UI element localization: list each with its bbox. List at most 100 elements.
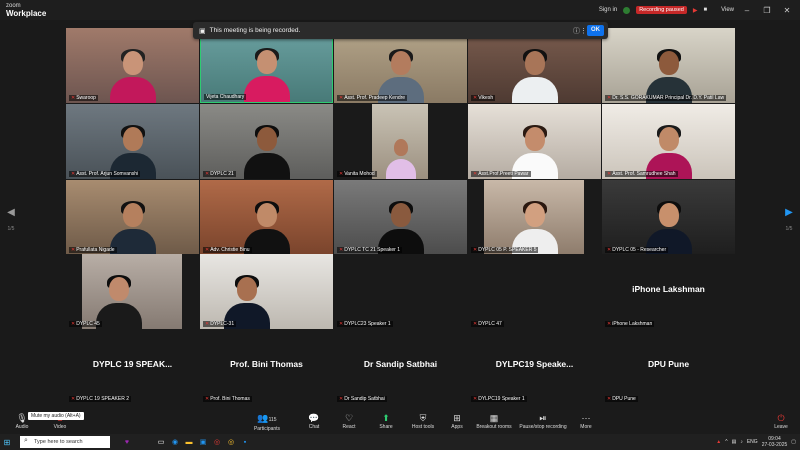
notification-chart-icon[interactable]: ▲ bbox=[716, 439, 721, 445]
stop-recording-icon[interactable]: ■ bbox=[703, 7, 707, 13]
participants-icon: 👥 bbox=[257, 413, 269, 423]
video-tile[interactable]: ✕ DYPLC TC 21 Speaker 1 bbox=[334, 180, 467, 255]
pause-stop-record-icon: ⏯ bbox=[539, 413, 547, 423]
participant-name: DYPLC 05 - Researcher bbox=[612, 247, 667, 253]
video-tile[interactable]: ✕ DYPLC 47 bbox=[468, 254, 601, 329]
brand-big: Workplace bbox=[6, 9, 47, 18]
host-tools-button[interactable]: ⛨ Host tools bbox=[408, 412, 438, 430]
network-icon[interactable]: ▤ bbox=[732, 439, 737, 445]
chat-button[interactable]: 💬 Chat bbox=[303, 412, 325, 430]
video-tile[interactable]: ✕ Asst. Prof. Pradeep Kendre bbox=[334, 28, 467, 103]
search-icon: ⌕ bbox=[24, 437, 28, 444]
participant-name: Dr Sandip Satbhai bbox=[344, 396, 385, 402]
windows-taskbar: ⊞ ⌕ Type here to search ♥ ▭ ◉ ▬ ▣ ◎ ◎ ▪ bbox=[0, 434, 800, 450]
leave-button[interactable]: ⏻ Leave bbox=[770, 412, 792, 430]
video-tile[interactable]: ✕ DYPLC 21 bbox=[200, 104, 333, 179]
apps-button[interactable]: ⊞ Apps bbox=[446, 412, 468, 430]
participant-name: Asst.Prof.Preeti Pawar bbox=[478, 171, 529, 177]
apps-icon: ⊞ bbox=[453, 413, 461, 423]
video-tile[interactable]: ✕ Swaroop bbox=[66, 28, 199, 103]
video-tile-active-speaker[interactable]: Vijeta Chaudhary bbox=[200, 28, 333, 103]
more-icon: ⋯ bbox=[581, 413, 591, 423]
breakout-rooms-button[interactable]: ▦ Breakout rooms bbox=[474, 412, 514, 430]
resume-recording-icon[interactable]: ▶ bbox=[693, 7, 698, 14]
task-view-icon[interactable]: ▭ bbox=[154, 438, 168, 446]
chat-label: Chat bbox=[308, 424, 320, 430]
video-tile[interactable]: ✕ Vanita Mohod bbox=[334, 104, 467, 179]
maximize-icon[interactable]: ❐ bbox=[760, 6, 774, 15]
participant-count: 115 bbox=[268, 417, 277, 423]
video-tile[interactable]: DYPLC 19 SPEAK... ✕ DYPLC 19 SPEAKER 2 bbox=[66, 329, 199, 404]
react-label: React bbox=[342, 424, 356, 430]
store-icon[interactable]: ▣ bbox=[196, 438, 210, 446]
participant-name: DYPLC23 Speaker 1 bbox=[344, 321, 391, 327]
clock-date: 27-03-2025 bbox=[761, 442, 788, 448]
notification-center-icon[interactable]: ▢ bbox=[791, 439, 796, 445]
video-tile[interactable]: DPU Pune ✕ DPU Pune bbox=[602, 329, 735, 404]
participant-name: iPhone Lakshman bbox=[612, 321, 653, 327]
participant-display-name: Dr Sandip Satbhai bbox=[363, 359, 438, 369]
video-tile[interactable]: ✕ Vikesh bbox=[468, 28, 601, 103]
previous-page-icon[interactable]: ◀ bbox=[5, 207, 17, 218]
video-tile[interactable]: Prof. Bini Thomas ✕ Prof. Bini Thomas bbox=[200, 329, 333, 404]
language-indicator[interactable]: ENG bbox=[747, 439, 758, 445]
chrome-icon[interactable]: ◎ bbox=[210, 438, 224, 446]
taskbar-search-input[interactable]: ⌕ Type here to search bbox=[20, 436, 110, 448]
ribbon-icon[interactable]: ♥ bbox=[120, 439, 134, 446]
audio-label: Audio bbox=[15, 424, 29, 430]
shield-icon: ⛨ bbox=[419, 413, 427, 423]
participant-name: Vikesh bbox=[478, 95, 494, 101]
video-tile[interactable]: ✕ DYPLC 05 - Researcher bbox=[602, 180, 735, 255]
volume-icon[interactable]: ♪ bbox=[740, 439, 743, 445]
video-tile[interactable]: DYLPC19 Speake... ✕ DYLPC19 Speaker 1 bbox=[468, 329, 601, 404]
chat-icon: 💬 bbox=[308, 413, 320, 423]
system-tray: ▲ ^ ▤ ♪ ENG 09:04 27-03-2025 ▢ bbox=[716, 434, 796, 450]
page-indicator-right: 1/5 bbox=[785, 226, 793, 232]
share-button[interactable]: ⬆ Share bbox=[374, 412, 398, 430]
video-tile[interactable]: ✕ DYPLC 45 bbox=[66, 254, 199, 329]
video-tile[interactable]: ✕ DYPLC23 Speaker 1 bbox=[334, 254, 467, 329]
participant-display-name: DPU Pune bbox=[647, 359, 690, 369]
recording-status-badge: Recording paused bbox=[636, 6, 687, 14]
more-dots-icon[interactable]: ⋮ bbox=[580, 27, 587, 35]
meeting-toolbar: 🎙 Audio ⊘ Video 👥115 Participants 💬 Chat… bbox=[0, 410, 800, 434]
video-tile[interactable]: ✕ Asst. Prof. Arjun Somvanshi bbox=[66, 104, 199, 179]
video-tile[interactable]: ✕ Asst. Prof. Samrudhee Shah bbox=[602, 104, 735, 179]
video-tile[interactable]: ✕ DYPLC 05 P. SPEAKER 5 bbox=[468, 180, 601, 255]
security-shield-icon[interactable] bbox=[623, 6, 631, 14]
participant-name: Asst. Prof. Samrudhee Shah bbox=[612, 171, 676, 177]
record-label: Pause/stop recording bbox=[519, 424, 567, 430]
video-tile[interactable]: ✕ Prafullata Nigade bbox=[66, 180, 199, 255]
video-tile[interactable]: ✕ DYPLC-31 bbox=[200, 254, 333, 329]
edge-icon[interactable]: ◉ bbox=[168, 438, 182, 446]
video-label: Video bbox=[53, 424, 67, 430]
participant-name: DYPLC-31 bbox=[210, 321, 235, 327]
windows-start-icon[interactable]: ⊞ bbox=[0, 434, 14, 450]
more-button[interactable]: ⋯ More bbox=[576, 412, 596, 430]
participants-button[interactable]: 👥115 Participants bbox=[252, 412, 282, 432]
view-button[interactable]: View bbox=[721, 7, 734, 13]
next-page-icon[interactable]: ▶ bbox=[783, 207, 795, 218]
participant-name: Adv. Christie Binu bbox=[210, 247, 250, 253]
page-indicator-left: 1/5 bbox=[7, 226, 15, 232]
mute-tooltip: Mute my audio (Alt+A) bbox=[28, 412, 84, 420]
file-explorer-icon[interactable]: ▬ bbox=[182, 439, 196, 446]
apps-label: Apps bbox=[451, 424, 463, 430]
ok-button[interactable]: OK bbox=[587, 25, 604, 36]
breakout-label: Breakout rooms bbox=[476, 424, 512, 430]
info-icon[interactable]: ⓘ bbox=[573, 26, 580, 36]
react-button[interactable]: ♡ React bbox=[338, 412, 360, 430]
video-tile[interactable]: ✕ Dr. S.S. GORAKUMAR Principal Dr. D.Y. P… bbox=[602, 28, 735, 103]
close-icon[interactable]: ✕ bbox=[780, 6, 794, 15]
chrome-icon-2[interactable]: ◎ bbox=[224, 438, 238, 446]
clock[interactable]: 09:04 27-03-2025 bbox=[762, 436, 788, 448]
record-control-button[interactable]: ⏯ Pause/stop recording bbox=[518, 412, 568, 430]
video-tile[interactable]: ✕ Asst.Prof.Preeti Pawar bbox=[468, 104, 601, 179]
minimize-icon[interactable]: – bbox=[740, 6, 754, 15]
sign-in-link[interactable]: Sign in bbox=[599, 7, 617, 13]
video-tile[interactable]: ✕ Adv. Christie Binu bbox=[200, 180, 333, 255]
zoom-taskbar-icon[interactable]: ▪ bbox=[238, 439, 252, 446]
tray-arrow-icon[interactable]: ^ bbox=[725, 439, 727, 445]
video-tile[interactable]: Dr Sandip Satbhai ✕ Dr Sandip Satbhai bbox=[334, 329, 467, 404]
video-tile[interactable]: iPhone Lakshman ✕ iPhone Lakshman bbox=[602, 254, 735, 329]
